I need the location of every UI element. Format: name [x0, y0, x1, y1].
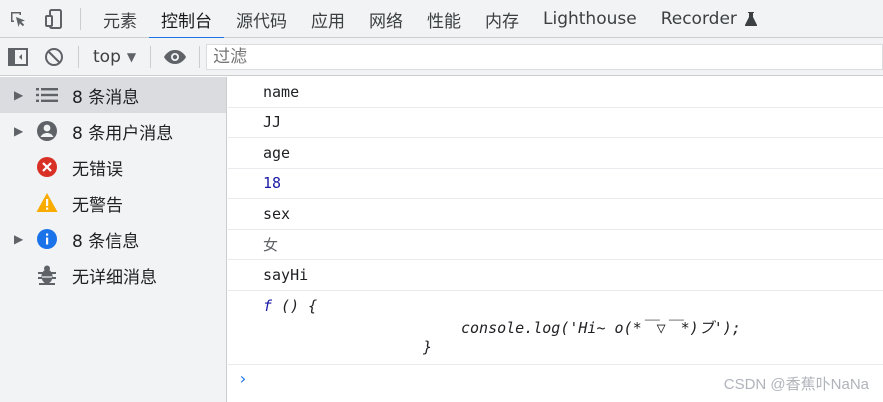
- tab-elements[interactable]: 元素: [91, 0, 149, 38]
- devtools-tab-bar: 元素 控制台 源代码 应用 网络 性能 内存 Lighthouse Record…: [0, 0, 883, 39]
- sidebar-item-label: 8 条信息: [72, 231, 140, 252]
- sidebar-item-warnings[interactable]: ▶ 无警告: [0, 185, 226, 221]
- error-icon: [36, 156, 62, 178]
- tab-application[interactable]: 应用: [299, 0, 357, 38]
- expand-arrow-icon[interactable]: ▶: [14, 232, 36, 246]
- sidebar-item-label: 无详细消息: [72, 267, 157, 288]
- console-sidebar: ▶ 8 条消息 ▶ 8 条用户消息 ▶ 无错误 ▶ 无警告 ▶ 8 条信息 ▶: [0, 77, 227, 402]
- function-close: }: [423, 337, 433, 356]
- expand-arrow-icon[interactable]: ▶: [14, 88, 36, 102]
- tab-sources[interactable]: 源代码: [224, 0, 299, 38]
- watermark: CSDN @香蕉卟NaNa: [723, 376, 869, 393]
- divider: [78, 45, 79, 68]
- clear-console-icon[interactable]: [36, 38, 72, 76]
- caret-down-icon: ▼: [126, 49, 137, 64]
- tab-console[interactable]: 控制台: [149, 0, 224, 39]
- console-message: 18: [228, 169, 883, 199]
- tab-recorder[interactable]: Recorder: [649, 0, 769, 38]
- sidebar-item-label: 8 条用户消息: [72, 123, 174, 144]
- sidebar-item-verbose[interactable]: ▶ 无详细消息: [0, 257, 226, 293]
- function-body: console.log('Hi~ o(*￣▽￣*)ブ');: [461, 318, 741, 337]
- sidebar-item-label: 无错误: [72, 159, 123, 180]
- console-message: 女: [228, 230, 883, 260]
- divider: [150, 45, 152, 68]
- tab-performance[interactable]: 性能: [415, 0, 473, 38]
- divider: [80, 8, 81, 30]
- sidebar-item-messages[interactable]: ▶ 8 条消息: [0, 77, 226, 113]
- function-keyword: f: [263, 296, 273, 315]
- bug-icon: [36, 264, 62, 286]
- list-icon: [36, 84, 62, 106]
- console-toolbar: top ▼: [0, 38, 883, 76]
- sidebar-item-info[interactable]: ▶ 8 条信息: [0, 221, 226, 257]
- console-message: sayHi: [228, 260, 883, 291]
- warning-icon: [36, 192, 62, 214]
- function-signature: f () {: [263, 297, 883, 315]
- console-prompt[interactable]: ›: [238, 369, 248, 388]
- console-function-message: f () { console.log('Hi~ o(*￣▽￣*)ブ'); }: [228, 291, 883, 365]
- live-expression-eye-icon[interactable]: [157, 38, 193, 76]
- tab-network[interactable]: 网络: [357, 0, 415, 38]
- context-selector[interactable]: top ▼: [85, 38, 144, 76]
- tab-lighthouse[interactable]: Lighthouse: [531, 0, 649, 38]
- inspect-element-icon[interactable]: [0, 0, 36, 38]
- tab-memory[interactable]: 内存: [473, 0, 531, 38]
- console-output: name JJ age 18 sex 女 sayHi f () { consol…: [228, 77, 883, 402]
- tab-recorder-label: Recorder: [660, 9, 737, 29]
- info-icon: [36, 228, 62, 250]
- user-icon: [36, 120, 62, 142]
- sidebar-item-errors[interactable]: ▶ 无错误: [0, 149, 226, 185]
- context-label: top: [93, 46, 121, 67]
- sidebar-item-label: 8 条消息: [72, 87, 140, 108]
- divider: [199, 45, 201, 68]
- filter-input[interactable]: [206, 43, 883, 70]
- flask-icon: [744, 11, 757, 27]
- sidebar-item-label: 无警告: [72, 195, 123, 216]
- console-message: age: [228, 138, 883, 169]
- toggle-sidebar-icon[interactable]: [0, 38, 36, 76]
- console-message: sex: [228, 199, 883, 230]
- expand-arrow-icon[interactable]: ▶: [14, 124, 36, 138]
- console-message: name: [228, 77, 883, 108]
- sidebar-item-user-messages[interactable]: ▶ 8 条用户消息: [0, 113, 226, 149]
- function-head: () {: [272, 296, 318, 315]
- console-message: JJ: [228, 108, 883, 138]
- device-toolbar-icon[interactable]: [36, 0, 72, 38]
